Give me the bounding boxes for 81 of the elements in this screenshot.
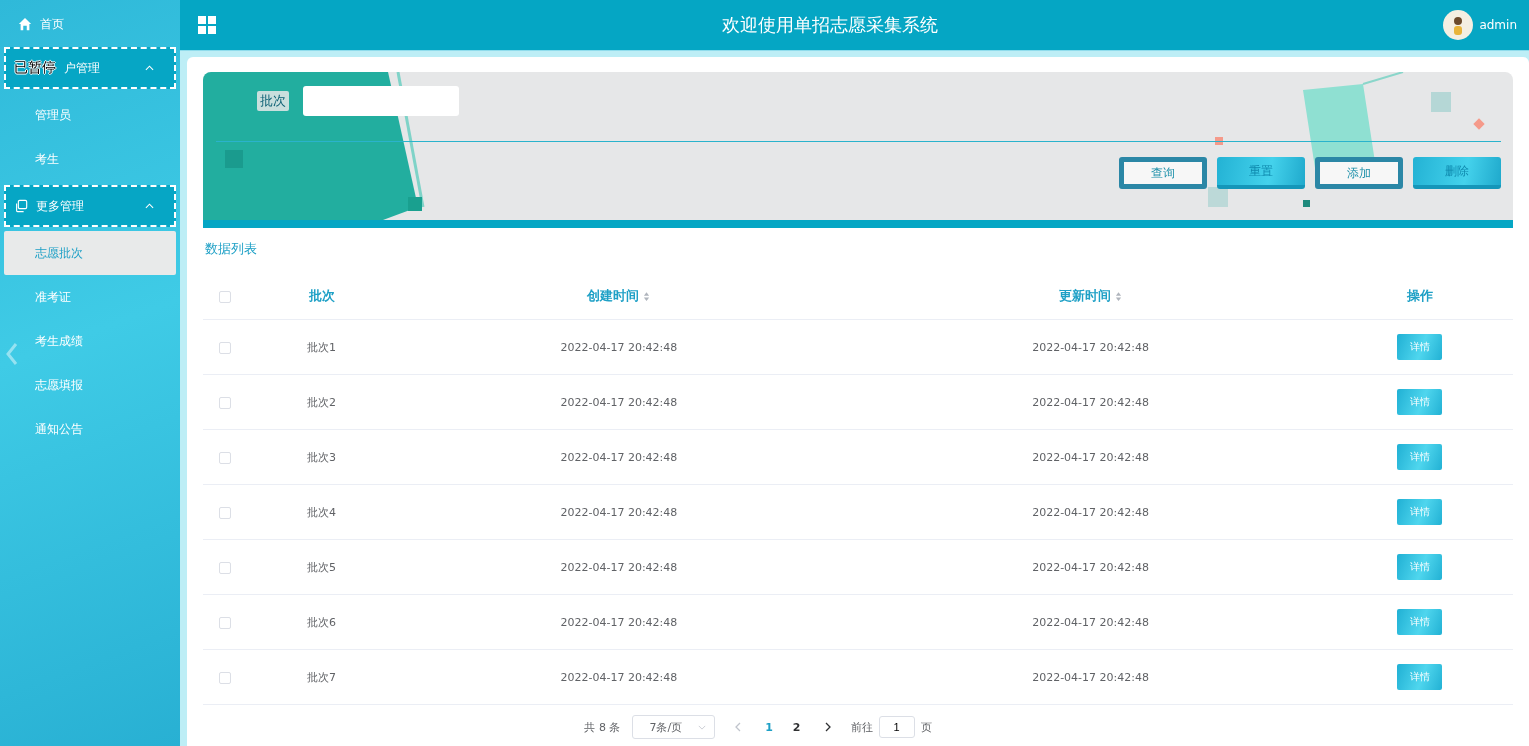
avatar-icon[interactable] [1443, 10, 1474, 40]
copy-icon [14, 199, 28, 213]
menu-item[interactable]: 准考证 [0, 275, 180, 319]
menu-label: 首页 [40, 15, 64, 33]
table-cell: 2022-04-17 20:42:48 [560, 450, 678, 464]
table-cell: 批次2 [307, 395, 336, 409]
menu-group[interactable]: 已暂停 户管理 [4, 47, 176, 89]
table-cell: 批次1 [307, 340, 336, 354]
page-number[interactable]: 1 [761, 720, 777, 734]
sort-icon[interactable] [643, 290, 651, 302]
table-cell: 2022-04-17 20:42:48 [1032, 615, 1149, 629]
checkbox[interactable] [219, 671, 231, 684]
section-title: 数据列表 [205, 240, 258, 258]
detail-button[interactable]: 详情 [1397, 499, 1443, 525]
detail-button[interactable]: 详情 [1397, 444, 1443, 470]
table-cell: 2022-04-17 20:42:48 [560, 340, 678, 354]
checkbox[interactable] [219, 506, 231, 519]
column-header[interactable]: 更新时间 [854, 272, 1327, 320]
search-label: 批次 [257, 91, 289, 111]
table-cell: 2022-04-17 20:42:48 [560, 670, 678, 684]
table-cell: 批次3 [307, 450, 336, 464]
table-cell: 2022-04-17 20:42:48 [1032, 505, 1149, 519]
table-cell: 2022-04-17 20:42:48 [560, 560, 678, 574]
page-title: 欢迎使用单招志愿采集系统 [720, 13, 939, 37]
total-count: 共 8 条 [584, 719, 621, 735]
table-cell: 2022-04-17 20:42:48 [560, 615, 678, 629]
detail-button[interactable]: 详情 [1397, 664, 1443, 690]
table-cell: 2022-04-17 20:42:48 [1032, 340, 1149, 354]
menu-label: 更多管理 [36, 197, 85, 215]
menu-item[interactable]: 考生成绩 [0, 319, 180, 363]
menu-label: 户管理 [64, 59, 101, 77]
detail-button[interactable]: 详情 [1397, 389, 1443, 415]
action-button[interactable]: 重置 [1217, 157, 1305, 189]
table-cell: 2022-04-17 20:42:48 [560, 395, 678, 409]
menu-item[interactable]: 考生 [0, 137, 180, 181]
table-cell: 批次4 [307, 505, 336, 519]
previous-icon[interactable] [735, 722, 742, 732]
menu-item[interactable]: 志愿批次 [4, 231, 176, 275]
menu-group[interactable]: 更多管理 [4, 185, 176, 227]
chevron-icon [698, 724, 707, 730]
column-header[interactable]: 批次 [260, 272, 384, 320]
page-suffix: 页 [920, 719, 932, 735]
chevron-left-icon[interactable] [6, 342, 18, 366]
checkbox[interactable] [219, 451, 231, 464]
checkbox[interactable] [219, 616, 231, 629]
page-size-select[interactable]: 7条/页 [632, 715, 716, 739]
menu-item[interactable]: 志愿填报 [0, 363, 180, 407]
detail-button[interactable]: 详情 [1397, 609, 1443, 635]
menu-item[interactable]: 首页 [0, 5, 180, 43]
checkbox[interactable] [219, 290, 231, 303]
next-icon[interactable] [824, 722, 831, 732]
table-cell: 2022-04-17 20:42:48 [1032, 395, 1149, 409]
action-button[interactable]: 查询 [1119, 157, 1207, 189]
table-cell: 2022-04-17 20:42:48 [1032, 560, 1149, 574]
chevron-icon [145, 203, 154, 209]
paused-label: 已暂停 [14, 59, 56, 77]
table-cell: 2022-04-17 20:42:48 [1032, 670, 1149, 684]
menu-item[interactable]: 管理员 [0, 93, 180, 137]
column-header[interactable]: 创建时间 [383, 272, 855, 320]
search-field[interactable] [303, 86, 459, 116]
checkbox[interactable] [219, 561, 231, 574]
chevron-icon [145, 65, 154, 71]
menu-item[interactable]: 通知公告 [0, 407, 180, 451]
detail-button[interactable]: 详情 [1397, 554, 1443, 580]
sort-icon[interactable] [1115, 290, 1123, 302]
checkbox[interactable] [219, 396, 231, 409]
table-cell: 2022-04-17 20:42:48 [560, 505, 678, 519]
goto-label: 前往 [850, 719, 873, 735]
table-cell: 批次7 [307, 670, 336, 684]
user-name[interactable]: admin [1479, 18, 1517, 32]
page-field[interactable]: 1 [878, 716, 915, 738]
detail-button[interactable]: 详情 [1397, 334, 1443, 360]
checkbox[interactable] [219, 341, 231, 354]
page-number[interactable]: 2 [788, 720, 805, 734]
home-icon [18, 17, 32, 31]
grid-icon[interactable] [198, 16, 216, 34]
action-button[interactable]: 添加 [1315, 157, 1403, 189]
column-header[interactable]: 操作 [1326, 272, 1513, 320]
table-cell: 批次6 [307, 615, 336, 629]
table-cell: 批次5 [307, 560, 336, 574]
table-cell: 2022-04-17 20:42:48 [1032, 450, 1149, 464]
